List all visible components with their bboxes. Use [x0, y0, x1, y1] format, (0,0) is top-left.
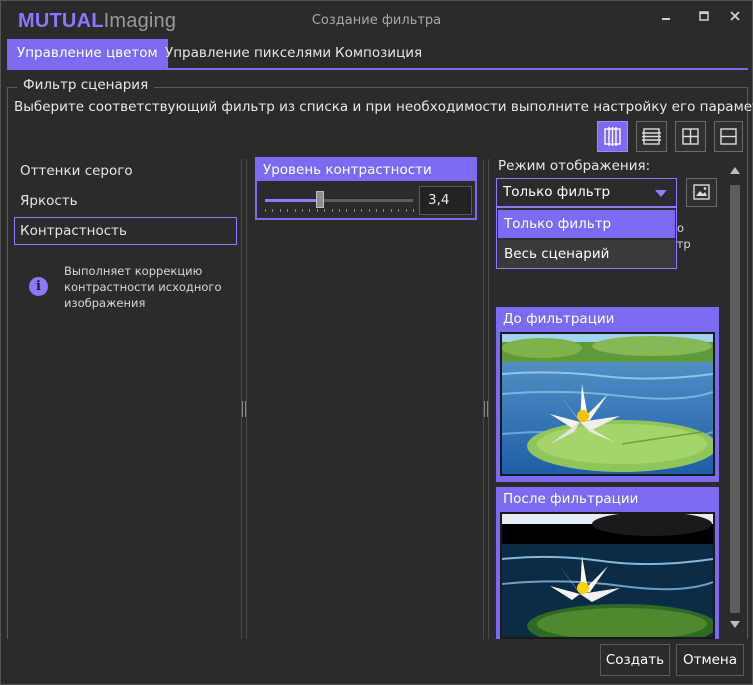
slider-tick [331, 209, 333, 212]
display-mode-select[interactable]: Только фильтр [496, 178, 677, 207]
tab-underline [7, 68, 748, 70]
slider-tick [353, 209, 355, 212]
display-mode-dropdown: Только фильтр Весь сценарий [496, 207, 677, 269]
maximize-icon [699, 11, 709, 21]
tab-color-management[interactable]: Управление цветом [7, 39, 168, 68]
slider-tick [294, 209, 296, 212]
slider-ticks [265, 209, 414, 213]
close-icon [730, 11, 740, 21]
image-icon [693, 184, 710, 200]
view-split-horizontal-button[interactable] [636, 121, 667, 152]
view-stacked-button[interactable] [714, 121, 743, 152]
minimize-icon [662, 18, 670, 20]
display-mode-label: Режим отображения: [498, 158, 651, 174]
filter-item-contrast[interactable]: Контрастность [14, 217, 237, 245]
slider-tick [309, 209, 311, 212]
window-title: Создание фильтра [311, 13, 442, 28]
slider-tick [346, 209, 348, 212]
option-whole-scenario[interactable]: Весь сценарий [498, 240, 675, 268]
slider-tick [272, 209, 274, 212]
after-filter-image [500, 512, 715, 639]
group-legend: Фильтр сценария [17, 77, 155, 93]
close-button[interactable] [725, 9, 745, 27]
split-horizontal-icon [642, 128, 661, 145]
slider-tick [279, 209, 281, 212]
minimize-button[interactable] [656, 9, 676, 27]
create-button[interactable]: Создать [600, 644, 670, 676]
slider-tick [265, 209, 266, 212]
right-panel-scrollbar[interactable] [727, 161, 743, 636]
after-filter-panel: После фильтрации [496, 487, 719, 639]
info-icon: i [29, 277, 48, 296]
tab-pixel-management[interactable]: Управление пикселями [155, 39, 341, 68]
grid-icon [682, 128, 699, 145]
contrast-parameter-panel: Уровень контрастности 3,4 [255, 157, 477, 220]
slider-fill [265, 199, 320, 202]
splitter-grip-icon [484, 401, 488, 417]
tab-composition[interactable]: Композиция [325, 39, 432, 68]
scroll-up-icon[interactable] [730, 167, 740, 174]
title-bar: MUTUALImaging Создание фильтра [1, 1, 752, 39]
chevron-down-icon[interactable] [646, 179, 676, 206]
cancel-button[interactable]: Отмена [676, 644, 744, 676]
filter-item-grayscale[interactable]: Оттенки серого [14, 157, 237, 185]
left-splitter[interactable] [241, 159, 247, 639]
image-button[interactable] [686, 178, 717, 207]
slider-tick [339, 209, 340, 212]
parameter-label: Уровень контрастности [257, 159, 475, 181]
stacked-icon [720, 128, 737, 145]
before-filter-panel: До фильтрации [496, 307, 719, 482]
display-mode-value: Только фильтр [503, 184, 611, 200]
filter-item-brightness[interactable]: Яркость [14, 187, 237, 215]
slider-tick [302, 209, 303, 212]
slider-tick [398, 209, 400, 212]
slider-tick [413, 209, 414, 212]
slider-tick [405, 209, 407, 212]
scrollbar-thumb[interactable] [730, 185, 740, 613]
maximize-button[interactable] [694, 9, 714, 27]
scroll-down-icon[interactable] [730, 621, 740, 628]
contrast-slider[interactable] [265, 199, 413, 202]
slider-tick [376, 209, 377, 212]
before-filter-label: До фильтрации [503, 311, 615, 327]
instruction-text: Выберите соответствующий фильтр из списк… [14, 99, 753, 115]
split-vertical-icon [604, 127, 621, 146]
before-filter-image [500, 332, 715, 476]
option-filter-only[interactable]: Только фильтр [498, 210, 675, 238]
filter-description: Выполняет коррекцию контрастности исходн… [64, 264, 222, 310]
slider-tick [287, 209, 289, 212]
slider-tick [390, 209, 392, 212]
right-splitter[interactable] [483, 159, 489, 639]
filter-dialog: MUTUALImaging Создание фильтра Управлени… [0, 0, 753, 685]
slider-tick [316, 209, 318, 212]
splitter-grip-icon [242, 401, 246, 417]
contrast-value-input[interactable]: 3,4 [419, 186, 472, 215]
after-filter-label: После фильтрации [503, 491, 639, 507]
slider-tick [324, 209, 326, 212]
view-grid-button[interactable] [675, 121, 706, 152]
slider-thumb[interactable] [315, 191, 324, 208]
slider-tick [383, 209, 385, 212]
slider-tick [368, 209, 370, 212]
slider-tick [361, 209, 363, 212]
view-split-vertical-button[interactable] [597, 121, 628, 152]
